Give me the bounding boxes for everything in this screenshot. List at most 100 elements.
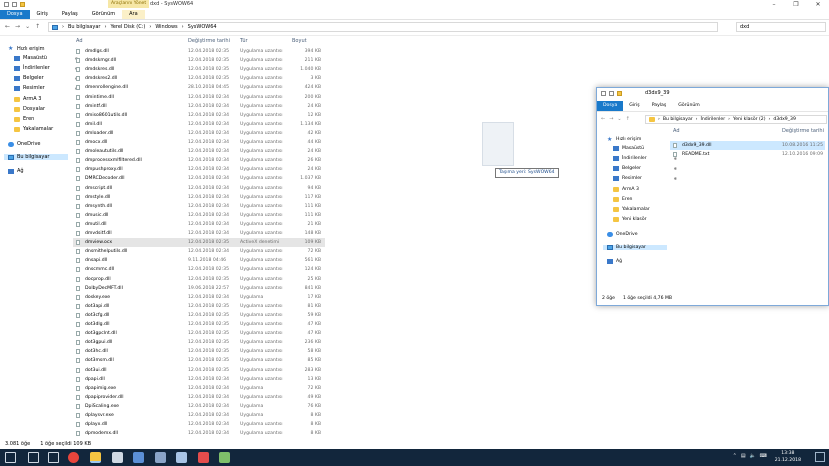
- tab-file[interactable]: Dosya: [0, 10, 30, 19]
- column-header-date[interactable]: Değiştirme tarihi: [782, 127, 824, 135]
- task-view-icon[interactable]: [48, 452, 59, 463]
- minimize-button[interactable]: –: [763, 0, 785, 9]
- nav-item[interactable]: Ağ: [8, 168, 74, 174]
- nav-item[interactable]: Yakalamalar: [14, 126, 80, 132]
- file-row[interactable]: d3dx9_39.dll 10.08.2016 11:25: [670, 141, 825, 150]
- nav-item[interactable]: Belgeler✱: [14, 75, 80, 81]
- tab-home[interactable]: Giriş: [30, 10, 55, 19]
- file-row[interactable]: dot3api.dll 12.04.2018 02:35 Uygulama uzan…: [73, 302, 325, 311]
- nav-item[interactable]: Masaüstü✱: [14, 55, 80, 61]
- file-row[interactable]: dot3hc.dll 12.04.2018 02:35 Uygulama uzant…: [73, 347, 325, 356]
- start-icon[interactable]: [5, 452, 16, 463]
- file-row[interactable]: dplayx.dll 12.04.2018 02:34 Uygulama uzant…: [73, 420, 325, 429]
- file-row[interactable]: dnscmmc.dll 12.04.2018 02:35 Uygulama uzan…: [73, 265, 325, 274]
- app-icon-1[interactable]: [133, 452, 144, 463]
- column-header-name[interactable]: Ad: [76, 37, 83, 45]
- tab-share[interactable]: Paylaş: [646, 101, 673, 111]
- nav-item[interactable]: Bu bilgisayar: [4, 154, 68, 160]
- tab-view[interactable]: Görünüm: [85, 10, 122, 19]
- search-icon[interactable]: [28, 452, 39, 463]
- search-input[interactable]: dxd: [736, 22, 826, 32]
- app-icon-5[interactable]: [219, 452, 230, 463]
- file-row[interactable]: dmdskres2.dll 12.04.2018 02:35 Uygulama uz…: [73, 74, 325, 83]
- up-icon[interactable]: ↑: [626, 116, 630, 122]
- file-explorer-icon[interactable]: [90, 452, 101, 463]
- nav-item[interactable]: Yakalamalar: [613, 207, 679, 212]
- app-icon-2[interactable]: [155, 452, 166, 463]
- file-row[interactable]: dmstyle.dll 12.04.2018 02:34 Uygulama uzan…: [73, 193, 325, 202]
- nav-item[interactable]: ArmA 3: [14, 96, 80, 102]
- column-header-size[interactable]: Boyut: [292, 37, 307, 45]
- file-row[interactable]: dmloader.dll 12.04.2018 02:34 Uygulama uza…: [73, 129, 325, 138]
- close-button[interactable]: ✕: [807, 0, 829, 9]
- nav-item[interactable]: ArmA 3: [613, 187, 679, 192]
- file-row[interactable]: dmpushproxy.dll 12.04.2018 02:34 Uygulama …: [73, 165, 325, 174]
- explorer-window-d3dx9[interactable]: d3dx9_39 Dosya Giriş Paylaş Görünüm ← → …: [596, 87, 829, 306]
- file-row[interactable]: dmutil.dll 12.04.2018 02:34 Uygulama uzant…: [73, 220, 325, 229]
- file-row[interactable]: dmintime.dll 12.04.2018 02:34 Uygulama uza…: [73, 93, 325, 102]
- file-row[interactable]: dmocx.dll 12.04.2018 02:34 Uygulama uzantı…: [73, 138, 325, 147]
- up-icon[interactable]: ↑: [35, 23, 40, 30]
- nav-item[interactable]: Resimler✱: [613, 176, 679, 181]
- recent-icon[interactable]: ⌄: [25, 23, 30, 30]
- file-row[interactable]: DMRCDecoder.dll 12.04.2018 02:34 Uygulama …: [73, 174, 325, 183]
- file-row[interactable]: dot3cfg.dll 12.04.2018 02:35 Uygulama uzan…: [73, 311, 325, 320]
- store-icon[interactable]: [112, 452, 123, 463]
- maximize-button[interactable]: ❐: [785, 0, 807, 9]
- folder-icon[interactable]: [617, 91, 622, 96]
- file-row[interactable]: dmenrollengine.dll 28.10.2018 04:45 Uygula…: [73, 83, 325, 92]
- file-row[interactable]: dmvdsitf.dll 12.04.2018 02:34 Uygulama uza…: [73, 229, 325, 238]
- notifications-icon[interactable]: [815, 452, 825, 462]
- tab-view[interactable]: Görünüm: [672, 101, 705, 111]
- file-row[interactable]: dmil.dll 12.04.2018 02:34 Uygulama uzantıs…: [73, 120, 325, 129]
- nav-item[interactable]: ★ Hızlı erişim: [8, 45, 74, 52]
- file-row[interactable]: DolbyDecMFT.dll 19.06.2018 22:57 Uygulama …: [73, 284, 325, 293]
- file-row[interactable]: dmscript.dll 12.04.2018 02:34 Uygulama uza…: [73, 184, 325, 193]
- nav-item[interactable]: Eren: [14, 116, 80, 122]
- network-icon[interactable]: ▤: [741, 453, 746, 459]
- chevron-up-icon[interactable]: ⌃: [733, 453, 737, 459]
- file-row[interactable]: DpiScaling.exe 12.04.2018 02:34 Uygulama 76…: [73, 402, 325, 411]
- nav-item[interactable]: İndirilenler✱: [14, 65, 80, 71]
- tab-search[interactable]: Ara: [122, 10, 145, 19]
- nav-item[interactable]: Bu bilgisayar: [603, 245, 667, 250]
- file-row[interactable]: dmdlgs.dll 12.04.2018 02:35 Uygulama uzant…: [73, 47, 325, 56]
- nav-item[interactable]: Ağ: [607, 259, 673, 264]
- nav-item[interactable]: Dosyalar: [14, 106, 80, 112]
- nav-item[interactable]: ★ Hızlı erişim: [607, 136, 673, 143]
- breadcrumb-item[interactable]: İndirilenler: [701, 117, 726, 122]
- file-row[interactable]: dmprocessxmlfiltered.dll 12.04.2018 02:34…: [73, 156, 325, 165]
- nav-item[interactable]: Resimler✱: [14, 85, 80, 91]
- recent-icon[interactable]: ⌄: [617, 116, 621, 122]
- file-row[interactable]: README.txt 12.10.2016 09:09: [670, 150, 825, 159]
- chrome-icon[interactable]: [68, 452, 79, 463]
- volume-icon[interactable]: 🔈: [750, 453, 756, 459]
- folder-icon[interactable]: [20, 2, 25, 7]
- breadcrumb-item[interactable]: Yeni klasör (2): [733, 117, 765, 122]
- nav-item[interactable]: Belgeler✱: [613, 166, 679, 171]
- file-row[interactable]: dnsapi.dll 9.11.2018 04:46 Uygulama uzantı…: [73, 256, 325, 265]
- file-row[interactable]: docprop.dll 12.04.2018 02:35 Uygulama uzan…: [73, 275, 325, 284]
- nav-item[interactable]: Yeni klasör: [613, 217, 679, 222]
- app-icon-3[interactable]: [176, 452, 187, 463]
- breadcrumb-item[interactable]: Bu bilgisayar: [663, 117, 693, 122]
- app-icon-4[interactable]: [198, 452, 209, 463]
- nav-item[interactable]: OneDrive: [8, 141, 74, 147]
- column-header-date[interactable]: Değiştirme tarihi: [188, 37, 230, 45]
- nav-item[interactable]: Eren: [613, 197, 679, 202]
- column-header-name[interactable]: Ad: [673, 127, 680, 135]
- file-row[interactable]: doskey.exe 12.04.2018 02:34 Uygulama 17 KB: [73, 293, 325, 302]
- file-row[interactable]: dmoleaututils.dll 12.04.2018 02:34 Uygulam…: [73, 147, 325, 156]
- properties-icon[interactable]: [601, 91, 606, 96]
- file-row[interactable]: dmview.ocx 12.04.2018 02:35 ActiveX deneti…: [73, 238, 325, 248]
- file-row[interactable]: dot3msm.dll 12.04.2018 02:35 Uygulama uzan…: [73, 356, 325, 365]
- file-row[interactable]: dot3gpui.dll 12.04.2018 02:35 Uygulama uza…: [73, 338, 325, 347]
- file-row[interactable]: dmdskres.dll 12.04.2018 02:35 Uygulama uza…: [73, 65, 325, 74]
- file-row[interactable]: dmintf.dll 12.04.2018 02:34 Uygulama uzant…: [73, 102, 325, 111]
- file-row[interactable]: dpapimig.exe 12.04.2018 02:34 Uygulama 72 K…: [73, 384, 325, 393]
- file-row[interactable]: dpapiprovider.dll 12.04.2018 02:34 Uygulam…: [73, 393, 325, 402]
- file-row[interactable]: dplaysvr.exe 12.04.2018 02:34 Uygulama 8 KB: [73, 411, 325, 420]
- file-row[interactable]: dot3dlg.dll 12.04.2018 02:35 Uygulama uzan…: [73, 320, 325, 329]
- back-icon[interactable]: ←: [601, 116, 605, 122]
- new-folder-icon[interactable]: [609, 91, 614, 96]
